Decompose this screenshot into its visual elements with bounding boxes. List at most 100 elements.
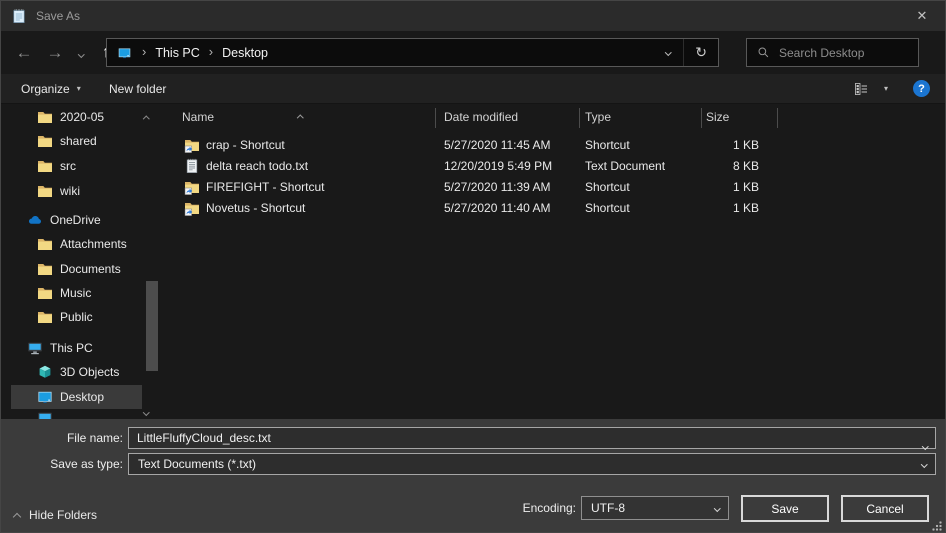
chevron-up-icon xyxy=(13,512,21,520)
chevron-up-icon xyxy=(143,116,149,122)
column-divider[interactable] xyxy=(579,108,580,128)
sidebar-scroll-up-button[interactable] xyxy=(144,108,149,126)
sidebar-item-label: Documents xyxy=(60,262,121,276)
sidebar-item-this-pc[interactable]: This PC xyxy=(1,336,167,360)
desktop-location-icon xyxy=(116,46,133,60)
address-bar[interactable]: › This PC › Desktop ↻ xyxy=(106,38,719,67)
folder-icon xyxy=(37,158,53,174)
sidebar-item-2020-05[interactable]: 2020-05 xyxy=(1,105,167,129)
file-row-novetus-shortcut[interactable]: Novetus - Shortcut 5/27/2020 11:40 AM Sh… xyxy=(167,198,937,219)
sidebar-item-documents[interactable]: Documents xyxy=(1,257,167,281)
save-as-type-label: Save as type: xyxy=(1,453,123,475)
cancel-button[interactable]: Cancel xyxy=(841,495,929,522)
sidebar-item-public[interactable]: Public xyxy=(1,305,167,329)
file-name-dropdown-icon[interactable] xyxy=(923,435,928,453)
computer-icon xyxy=(27,340,43,356)
search-input[interactable] xyxy=(779,46,904,60)
view-details-button[interactable] xyxy=(853,74,869,103)
column-header-size[interactable]: Size xyxy=(706,104,729,131)
sidebar-item-onedrive[interactable]: OneDrive xyxy=(1,208,167,232)
text-document-icon xyxy=(184,158,200,174)
sidebar-scroll-down-button[interactable] xyxy=(144,401,149,419)
sidebar-scrollbar-thumb[interactable] xyxy=(146,281,158,371)
encoding-label: Encoding: xyxy=(456,496,576,520)
chevron-down-icon xyxy=(921,461,927,467)
sidebar-item-3d-objects[interactable]: 3D Objects xyxy=(1,360,167,384)
folder-icon xyxy=(37,109,53,125)
forward-button[interactable]: → xyxy=(45,43,65,63)
sidebar-item-label: OneDrive xyxy=(50,213,101,227)
sidebar-item-shared[interactable]: shared xyxy=(1,129,167,153)
sidebar-item-label: src xyxy=(60,159,76,173)
address-bar-controls: ↻ xyxy=(653,39,718,66)
file-row-delta-reach-todo[interactable]: delta reach todo.txt 12/20/2019 5:49 PM … xyxy=(167,156,937,177)
sidebar-item-label: shared xyxy=(60,134,97,148)
organize-label: Organize xyxy=(21,82,70,96)
organize-button[interactable]: Organize ▾ xyxy=(21,74,81,103)
column-header-date-modified[interactable]: Date modified xyxy=(444,104,518,131)
shortcut-folder-icon xyxy=(184,200,200,216)
folder-icon xyxy=(37,309,53,325)
file-name-input[interactable] xyxy=(128,427,936,449)
file-type: Shortcut xyxy=(585,177,630,198)
breadcrumb-separator-icon: › xyxy=(142,45,146,60)
sidebar-item-attachments[interactable]: Attachments xyxy=(1,232,167,256)
chevron-down-icon xyxy=(665,49,671,55)
hide-folders-button[interactable]: Hide Folders xyxy=(14,504,97,526)
encoding-select[interactable]: UTF-8 xyxy=(581,496,729,520)
close-icon: ✕ xyxy=(917,8,928,24)
file-type: Shortcut xyxy=(585,135,630,156)
column-divider[interactable] xyxy=(777,108,778,128)
file-row-firefight-shortcut[interactable]: FIREFIGHT - Shortcut 5/27/2020 11:39 AM … xyxy=(167,177,937,198)
sidebar-item-src[interactable]: src xyxy=(1,154,167,178)
file-name: FIREFIGHT - Shortcut xyxy=(206,177,324,198)
file-row-crap-shortcut[interactable]: crap - Shortcut 5/27/2020 11:45 AM Short… xyxy=(167,135,937,156)
column-header-name[interactable]: Name xyxy=(182,104,214,131)
resize-grip[interactable] xyxy=(932,521,942,531)
folder-icon xyxy=(37,285,53,301)
details-view-icon xyxy=(853,81,869,97)
help-icon: ? xyxy=(913,80,930,97)
save-button[interactable]: Save xyxy=(741,495,829,522)
sidebar-item-music[interactable]: Music xyxy=(1,281,167,305)
chevron-down-icon xyxy=(143,409,149,415)
command-toolbar: Organize ▾ New folder ▾ ? xyxy=(1,74,945,104)
nav-controls: ← → ↑ xyxy=(1,31,116,74)
column-divider[interactable] xyxy=(435,108,436,128)
sidebar-item-label: Public xyxy=(60,310,93,324)
folder-icon xyxy=(37,261,53,277)
sidebar-item-label: Desktop xyxy=(60,390,104,404)
help-button[interactable]: ? xyxy=(913,74,930,103)
save-as-dialog: Save As ✕ ← → ↑ › This PC › Desktop ↻ xyxy=(0,0,946,533)
breadcrumb-desktop[interactable]: Desktop xyxy=(222,46,268,60)
file-name: Novetus - Shortcut xyxy=(206,198,305,219)
chevron-down-icon: ▾ xyxy=(884,84,888,93)
sidebar-item-label: This PC xyxy=(50,341,93,355)
close-button[interactable]: ✕ xyxy=(899,1,945,31)
sidebar-item-label: Music xyxy=(60,286,91,300)
notepad-app-icon xyxy=(11,8,27,24)
shortcut-folder-icon xyxy=(184,179,200,195)
navigation-bar: ← → ↑ › This PC › Desktop ↻ xyxy=(1,31,945,74)
file-type: Shortcut xyxy=(585,198,630,219)
sort-ascending-icon xyxy=(298,107,303,125)
chevron-down-icon: ▾ xyxy=(77,84,81,93)
recent-locations-button[interactable] xyxy=(73,44,89,62)
column-divider[interactable] xyxy=(701,108,702,128)
new-folder-button[interactable]: New folder xyxy=(109,74,166,103)
file-size: 1 KB xyxy=(667,198,759,219)
column-header-type[interactable]: Type xyxy=(585,104,611,131)
new-folder-label: New folder xyxy=(109,82,166,96)
file-date-modified: 5/27/2020 11:45 AM xyxy=(444,135,551,156)
sidebar-item-partial-icon xyxy=(37,410,53,419)
view-options-button[interactable]: ▾ xyxy=(884,74,888,103)
save-as-type-select[interactable]: Text Documents (*.txt) xyxy=(128,453,936,475)
sidebar-item-wiki[interactable]: wiki xyxy=(1,179,167,203)
search-box[interactable] xyxy=(746,38,919,67)
back-button[interactable]: ← xyxy=(14,43,34,63)
refresh-button[interactable]: ↻ xyxy=(684,39,718,66)
sidebar-item-desktop[interactable]: Desktop xyxy=(1,385,167,409)
sidebar-item-label: wiki xyxy=(60,184,80,198)
breadcrumb-this-pc[interactable]: This PC xyxy=(155,46,199,60)
address-dropdown-button[interactable] xyxy=(653,39,684,66)
